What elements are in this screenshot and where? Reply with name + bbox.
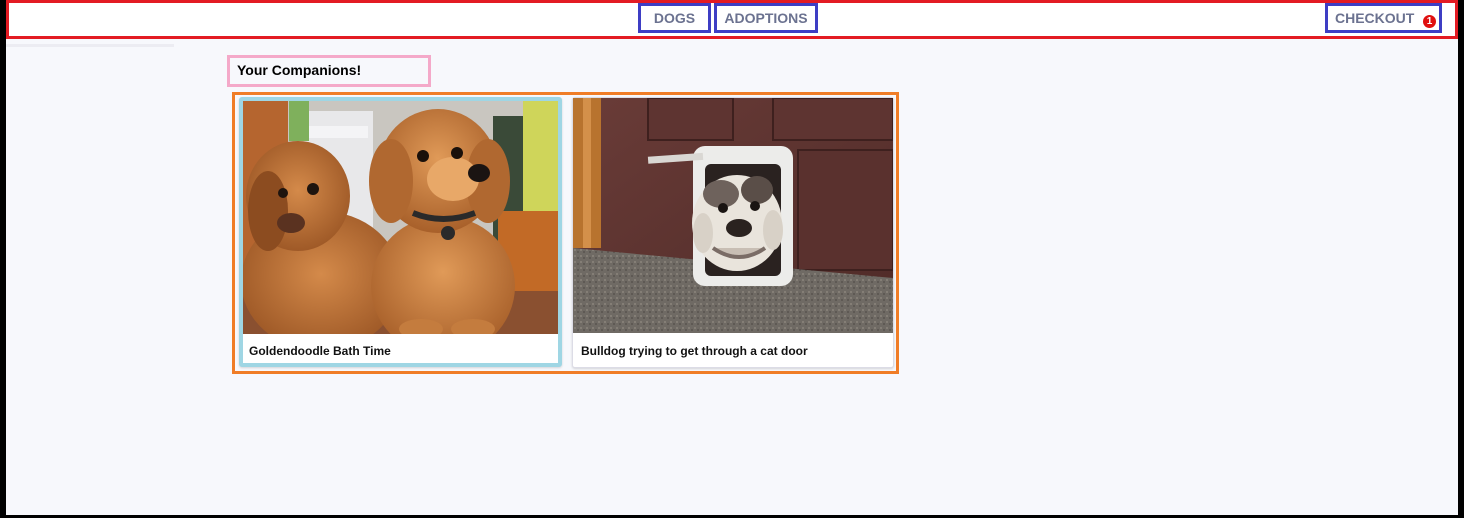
cart-count-badge: 1 <box>1423 15 1436 28</box>
goldendoodle-photo <box>243 101 558 334</box>
companion-card[interactable]: Bulldog trying to get through a cat door <box>572 97 894 368</box>
nav-adoptions-link[interactable]: ADOPTIONS <box>714 3 818 33</box>
nav-dogs-link[interactable]: DOGS <box>638 3 711 33</box>
companion-card[interactable]: Goldendoodle Bath Time <box>239 97 562 367</box>
card-caption: Bulldog trying to get through a cat door <box>581 344 808 358</box>
sidebar-divider <box>6 44 174 47</box>
nav-checkout-link[interactable]: CHECKOUT 1 <box>1325 3 1442 33</box>
bulldog-photo <box>573 98 893 333</box>
card-caption: Goldendoodle Bath Time <box>249 344 391 358</box>
page-heading: Your Companions! <box>227 55 431 87</box>
app-frame: DOGS ADOPTIONS CHECKOUT 1 Your Companion… <box>6 0 1458 515</box>
checkout-label: CHECKOUT <box>1335 10 1415 26</box>
companion-gallery: Goldendoodle Bath Time Bulldog trying to… <box>232 92 899 374</box>
